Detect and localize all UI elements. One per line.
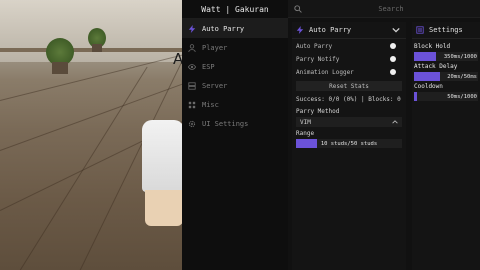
dropdown-value: VIM	[300, 118, 311, 126]
search-placeholder: Search	[378, 4, 404, 13]
user-icon	[188, 43, 196, 52]
background-glyph: A	[173, 50, 182, 68]
chevron-up-icon	[392, 120, 398, 124]
range-label: Range	[296, 129, 315, 137]
game-viewport: A	[0, 0, 182, 270]
toggle-row-parry-notify[interactable]: Parry Notify	[292, 53, 406, 65]
player-character-body	[145, 190, 182, 226]
block-hold-label: Block Hold	[414, 43, 451, 50]
sidebar-item-label: Server	[202, 81, 228, 90]
block-hold-slider[interactable]: 350ms/1000	[414, 52, 478, 61]
scene-railing	[0, 48, 182, 52]
auto-parry-panel: Auto Parry Auto Parry Parry Notify Anima…	[292, 22, 406, 270]
list-icon	[416, 26, 424, 34]
sidebar-item-auto-parry[interactable]: Auto Parry	[182, 19, 288, 38]
sidebar-item-label: ESP	[202, 62, 215, 71]
reset-stats-button[interactable]: Reset Stats	[296, 81, 402, 91]
sidebar-item-label: Player	[202, 43, 228, 52]
search-input[interactable]: Search	[288, 0, 480, 17]
cooldown-slider[interactable]: 50ms/1000	[414, 92, 478, 101]
window-title: Watt | Gakuran	[182, 0, 288, 19]
plant-pot	[92, 44, 102, 52]
chevron-down-icon[interactable]	[392, 26, 400, 34]
gear-icon	[188, 120, 196, 127]
sidebar: Watt | Gakuran Auto Parry Player ESP Ser…	[182, 0, 288, 270]
main-content: Search Auto Parry Auto Parry Parry Notif…	[288, 0, 480, 270]
plant-pot	[52, 62, 68, 74]
slider-value: 350ms/1000	[443, 53, 477, 60]
eye-icon	[188, 63, 196, 70]
toggle-label: Animation Logger	[296, 68, 354, 76]
sidebar-item-label: Auto Parry	[202, 24, 245, 33]
settings-panel: Settings Block Hold 350ms/1000 Attack De…	[412, 22, 480, 270]
bolt-icon	[296, 26, 304, 34]
panel-title: Settings	[429, 26, 463, 34]
sidebar-item-label: Misc	[202, 100, 219, 109]
grid-icon	[188, 101, 196, 108]
sidebar-item-server[interactable]: Server	[182, 76, 288, 95]
bolt-icon	[188, 24, 196, 33]
panel-title: Auto Parry	[309, 26, 352, 34]
stats-text: Success: 0/0 (0%) | Blocks: 0	[296, 95, 401, 103]
toggle-row-animation-logger[interactable]: Animation Logger	[292, 66, 406, 78]
slider-value: 10 studs/50 studs	[320, 140, 378, 147]
slider-value: 20ms/50ms	[447, 73, 477, 80]
sidebar-item-label: UI Settings	[202, 119, 249, 128]
slider-value: 50ms/1000	[447, 93, 477, 100]
parry-method-dropdown[interactable]: VIM	[296, 117, 402, 127]
attack-delay-label: Attack Delay	[414, 63, 458, 70]
toggle-switch[interactable]	[390, 43, 396, 49]
sidebar-item-ui-settings[interactable]: UI Settings	[182, 114, 288, 133]
panel-header[interactable]: Auto Parry	[292, 22, 406, 39]
top-bar: Search	[288, 0, 480, 18]
toggle-label: Auto Parry	[296, 42, 333, 50]
server-icon	[188, 81, 196, 90]
search-icon	[294, 4, 302, 13]
range-slider[interactable]: 10 studs/50 studs	[296, 139, 402, 148]
parry-method-label: Parry Method	[296, 107, 340, 115]
toggle-label: Parry Notify	[296, 55, 340, 63]
sidebar-item-misc[interactable]: Misc	[182, 95, 288, 114]
toggle-switch[interactable]	[390, 69, 396, 75]
sidebar-item-player[interactable]: Player	[182, 38, 288, 57]
attack-delay-slider[interactable]: 20ms/50ms	[414, 72, 478, 81]
player-character-hair	[142, 120, 182, 192]
cooldown-label: Cooldown	[414, 83, 443, 90]
toggle-switch[interactable]	[390, 56, 396, 62]
sidebar-item-esp[interactable]: ESP	[182, 57, 288, 76]
toggle-row-auto-parry[interactable]: Auto Parry	[292, 40, 406, 52]
panel-header: Settings	[412, 22, 480, 39]
